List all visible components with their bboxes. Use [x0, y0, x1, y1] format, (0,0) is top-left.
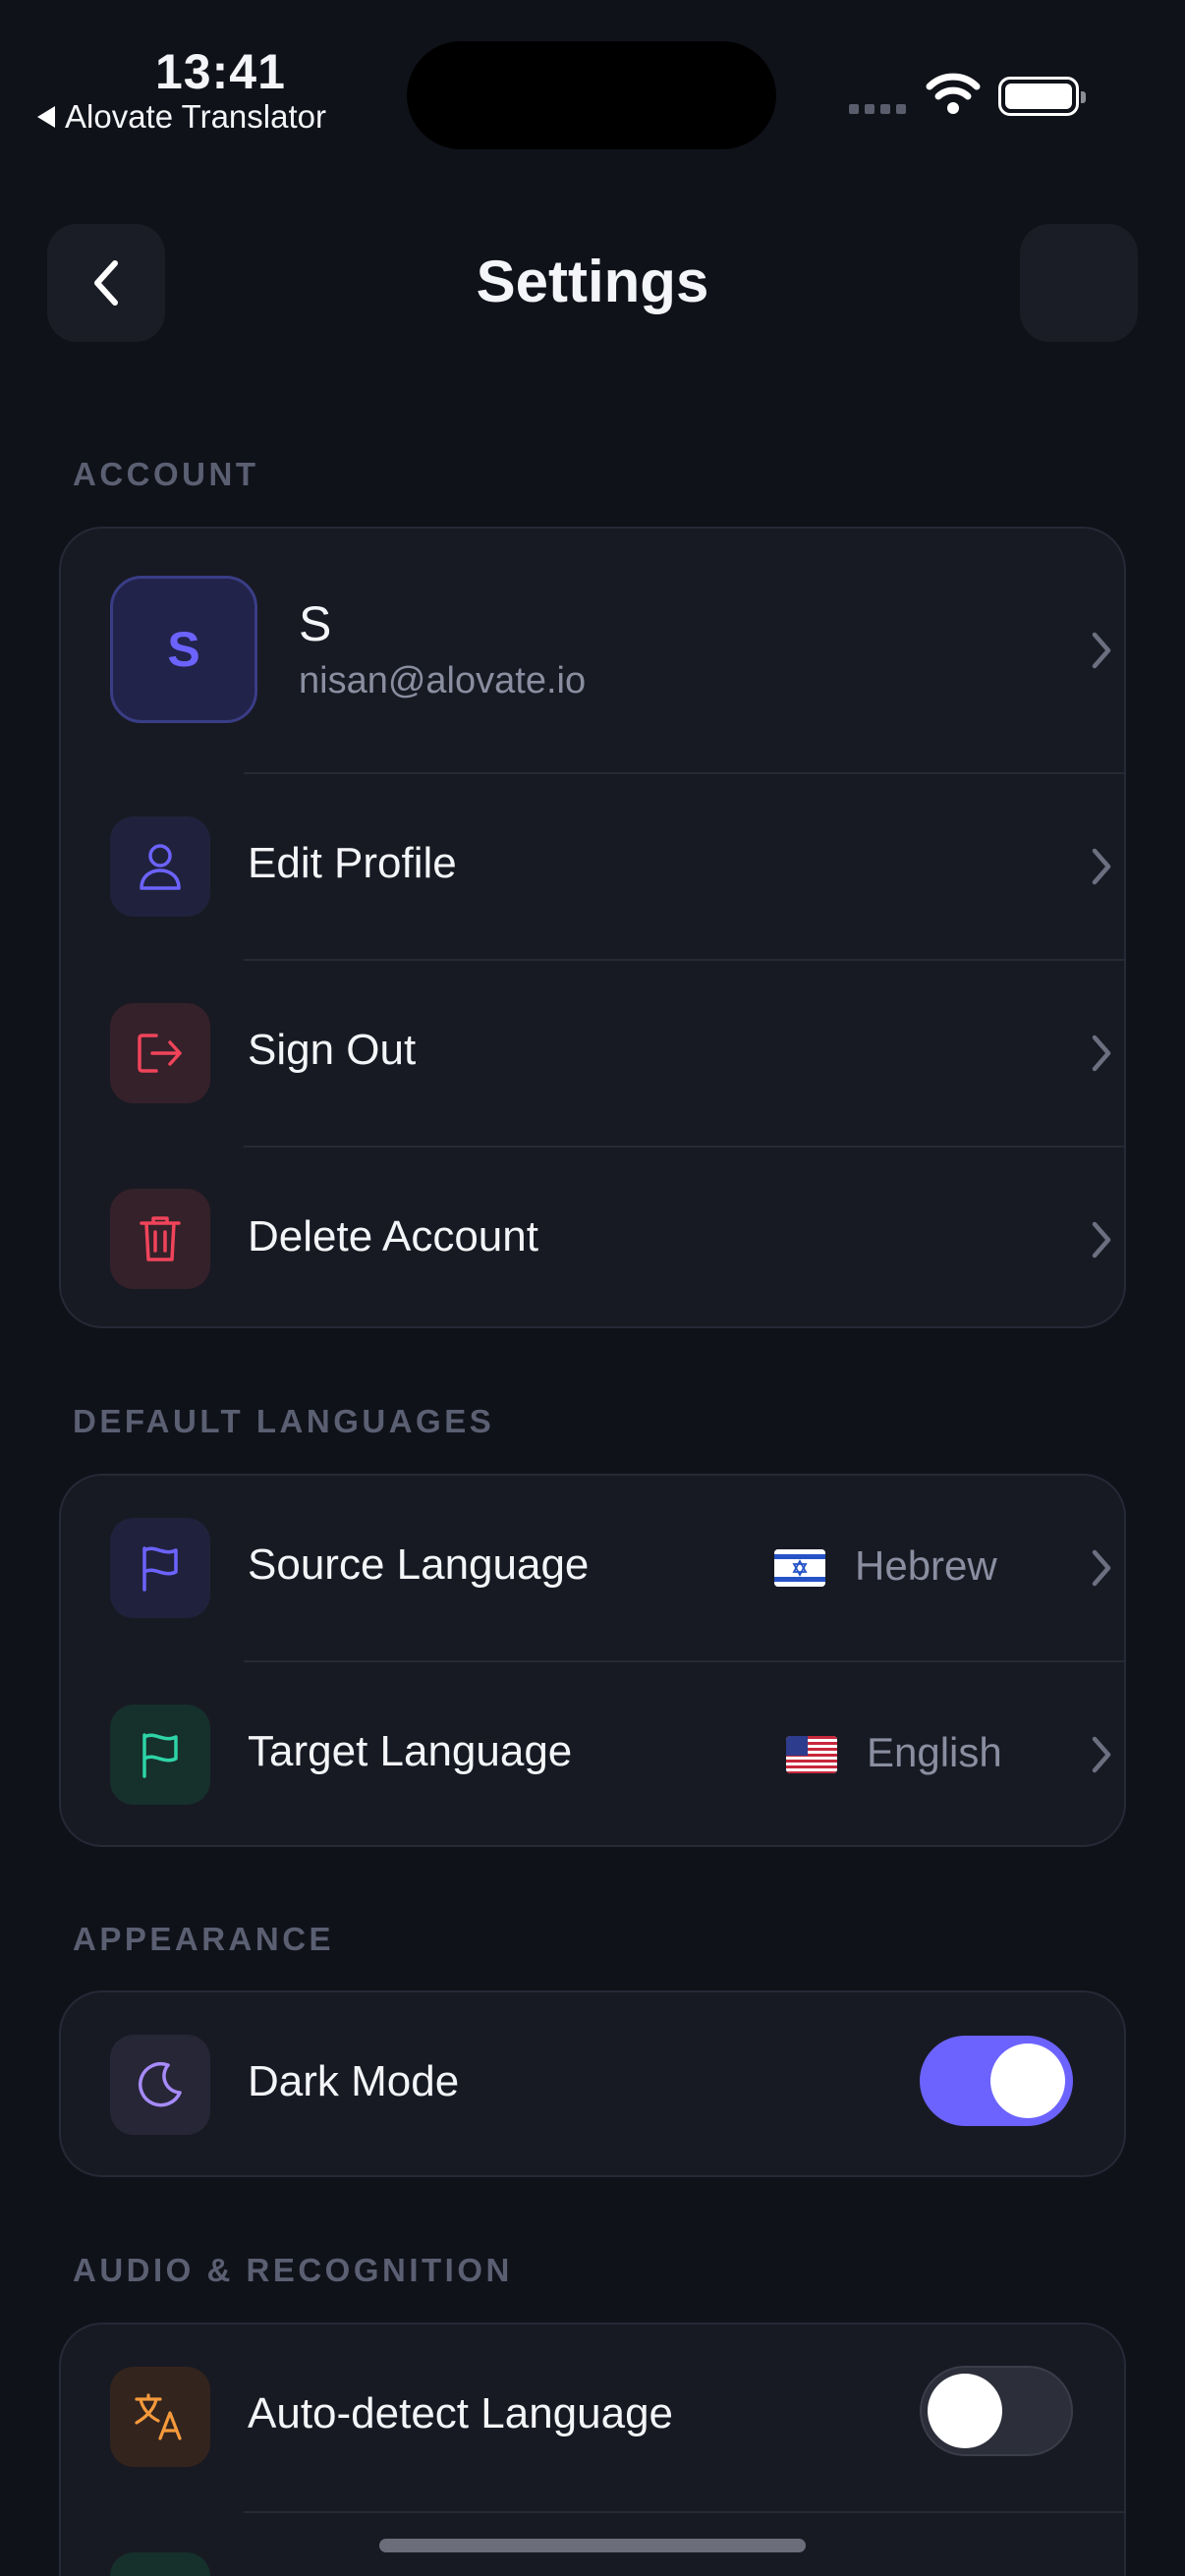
- wifi-icon: [926, 73, 981, 114]
- auto-detect-toggle[interactable]: [920, 2366, 1073, 2456]
- divider: [244, 2511, 1124, 2513]
- edit-profile-row[interactable]: Edit Profile: [61, 774, 1124, 959]
- avatar: S: [110, 576, 257, 723]
- dark-mode-label: Dark Mode: [248, 2057, 460, 2105]
- dark-mode-toggle[interactable]: [920, 2036, 1073, 2126]
- languages-card: Source Language Hebrew Target Language E…: [59, 1474, 1126, 1847]
- moon-icon: [110, 2035, 210, 2135]
- flag-icon: [110, 1705, 210, 1805]
- chevron-right-icon: [1089, 1733, 1114, 1776]
- toggle-knob: [990, 2044, 1065, 2118]
- dynamic-island: [407, 41, 776, 149]
- chevron-right-icon: [1089, 1218, 1114, 1261]
- partial-row-icon: [110, 2552, 210, 2576]
- section-label-appearance: APPEARANCE: [73, 1921, 335, 1957]
- us-flag-icon: [786, 1736, 837, 1773]
- toggle-knob: [928, 2374, 1002, 2448]
- delete-account-row[interactable]: Delete Account: [61, 1148, 1124, 1326]
- trash-icon: [110, 1189, 210, 1289]
- status-time: 13:41: [155, 44, 286, 99]
- translate-icon: [110, 2367, 210, 2467]
- target-language-value: English: [867, 1729, 1002, 1775]
- status-bar: 13:41 Alovate Translator: [0, 0, 1185, 157]
- israel-flag-icon: [774, 1549, 825, 1587]
- profile-row[interactable]: S S nisan@alovate.io: [61, 529, 1124, 772]
- edit-profile-label: Edit Profile: [248, 839, 457, 887]
- chevron-right-icon: [1089, 1032, 1114, 1075]
- section-label-account: ACCOUNT: [73, 456, 259, 492]
- chevron-right-icon: [1089, 1546, 1114, 1590]
- back-to-app-link[interactable]: Alovate Translator: [37, 98, 326, 136]
- header-right-button: [1020, 224, 1138, 342]
- target-language-label: Target Language: [248, 1727, 573, 1775]
- dark-mode-row: Dark Mode: [61, 1992, 1124, 2175]
- target-language-row[interactable]: Target Language English: [61, 1662, 1124, 1845]
- account-card: S S nisan@alovate.io Edit Profile Sign O…: [59, 527, 1126, 1328]
- source-language-label: Source Language: [248, 1540, 590, 1589]
- auto-detect-label: Auto-detect Language: [248, 2389, 674, 2437]
- auto-detect-row: Auto-detect Language: [61, 2324, 1124, 2511]
- chevron-right-icon: [1089, 845, 1114, 888]
- user-icon: [110, 816, 210, 917]
- delete-account-label: Delete Account: [248, 1212, 538, 1260]
- user-name: S: [299, 596, 332, 651]
- page-title: Settings: [476, 249, 709, 314]
- sign-out-label: Sign Out: [248, 1026, 417, 1074]
- battery-icon: [998, 77, 1086, 116]
- source-language-value: Hebrew: [855, 1542, 997, 1589]
- section-label-default-languages: DEFAULT LANGUAGES: [73, 1403, 495, 1439]
- source-language-row[interactable]: Source Language Hebrew: [61, 1476, 1124, 1660]
- appearance-card: Dark Mode: [59, 1990, 1126, 2177]
- signal-icon: [849, 104, 906, 114]
- chevron-right-icon: [1089, 629, 1114, 672]
- user-email: nisan@alovate.io: [299, 660, 587, 701]
- section-label-audio-recognition: AUDIO & RECOGNITION: [73, 2252, 513, 2288]
- home-indicator[interactable]: [379, 2539, 806, 2552]
- flag-icon: [110, 1518, 210, 1618]
- back-triangle-icon: [37, 106, 55, 128]
- sign-out-row[interactable]: Sign Out: [61, 961, 1124, 1146]
- sign-out-icon: [110, 1003, 210, 1103]
- back-app-label: Alovate Translator: [65, 98, 326, 135]
